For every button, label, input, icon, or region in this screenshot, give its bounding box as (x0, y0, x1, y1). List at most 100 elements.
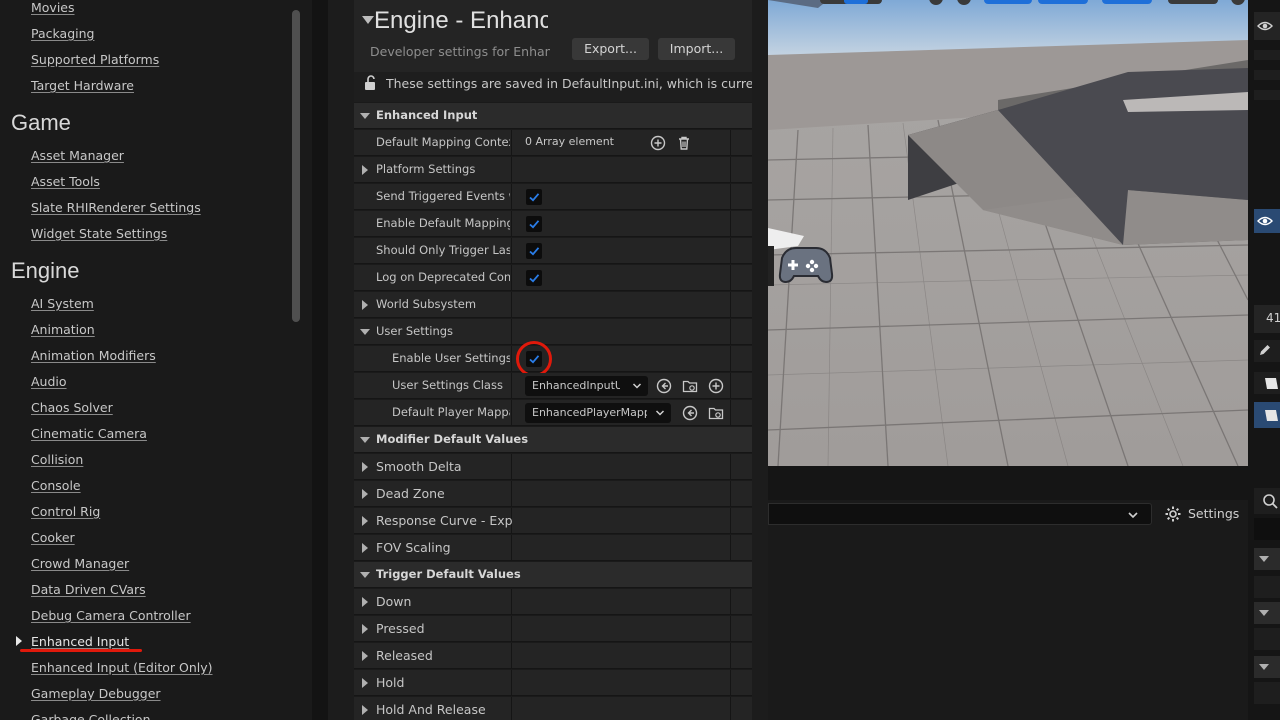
outliner-row[interactable] (1254, 90, 1280, 100)
nav-scrollbar[interactable] (292, 10, 300, 322)
unlock-icon (365, 75, 375, 90)
use-selected-icon[interactable] (682, 405, 698, 421)
row-platform-settings[interactable]: Platform Settings (354, 157, 752, 183)
row-released[interactable]: Released (354, 643, 752, 669)
details-category[interactable] (1254, 602, 1280, 624)
send-triggered-checkbox[interactable] (526, 189, 542, 205)
details-search[interactable] (1254, 518, 1280, 540)
panel-splitter[interactable] (752, 0, 768, 720)
details-row[interactable] (1254, 628, 1280, 650)
chevron-down-icon (1128, 512, 1138, 519)
category-enhanced-input[interactable]: Enhanced Input (354, 103, 752, 129)
visibility-toggle[interactable] (1254, 12, 1280, 40)
row-pressed[interactable]: Pressed (354, 616, 752, 642)
details-category[interactable] (1254, 656, 1280, 678)
details-row[interactable] (1254, 576, 1280, 598)
expand-arrow-icon (362, 705, 368, 715)
row-label: Default Mapping Contexts (376, 135, 510, 149)
category-modifier-default-values[interactable]: Modifier Default Values (354, 427, 752, 453)
browse-folder-icon[interactable] (682, 378, 698, 394)
expand-arrow-icon (362, 624, 368, 634)
row-label: Hold (376, 675, 405, 690)
mesh-icon (1265, 410, 1278, 421)
should-only-trigger-checkbox[interactable] (526, 243, 542, 259)
outliner-row[interactable] (1254, 50, 1280, 60)
expand-arrow-icon (362, 462, 368, 472)
expand-arrow-icon (1259, 664, 1269, 670)
collapse-arrow-icon[interactable] (362, 16, 374, 24)
nav-item-data-driven-cvars[interactable]: Data Driven CVars (31, 582, 146, 597)
row-label: Released (376, 648, 433, 663)
category-label: Trigger Default Values (376, 567, 521, 581)
nav-item-chaos-solver[interactable]: Chaos Solver (31, 400, 113, 415)
details-category[interactable] (1254, 548, 1280, 570)
add-new-icon[interactable] (708, 378, 724, 394)
use-selected-icon[interactable] (656, 378, 672, 394)
nav-item-audio[interactable]: Audio (31, 374, 67, 389)
browse-folder-icon[interactable] (708, 405, 724, 421)
level-viewport[interactable] (768, 0, 1248, 466)
nav-item-crowd-manager[interactable]: Crowd Manager (31, 556, 129, 571)
expand-arrow-icon (362, 597, 368, 607)
nav-item-collision[interactable]: Collision (31, 452, 83, 467)
add-element-icon[interactable] (650, 135, 666, 151)
row-user-settings[interactable]: User Settings (354, 319, 752, 345)
row-label: Down (376, 594, 412, 609)
visibility-toggle-selected[interactable] (1254, 209, 1280, 233)
row-fov-scaling[interactable]: FOV Scaling (354, 535, 752, 561)
chevron-down-icon (632, 383, 642, 389)
nav-item-debug-camera-controller[interactable]: Debug Camera Controller (31, 608, 191, 623)
nav-item-garbage-collection[interactable]: Garbage Collection (31, 712, 151, 720)
default-player-mappable-dropdown[interactable]: EnhancedPlayerMappableKeyProfile (525, 403, 671, 423)
nav-item-widget-state[interactable]: Widget State Settings (31, 226, 167, 241)
nav-item-cooker[interactable]: Cooker (31, 530, 75, 545)
nav-item-control-rig[interactable]: Control Rig (31, 504, 100, 519)
nav-item-asset-tools[interactable]: Asset Tools (31, 174, 100, 189)
expand-arrow-icon (362, 516, 368, 526)
enable-default-mapping-checkbox[interactable] (526, 216, 542, 232)
row-hold-and-release[interactable]: Hold And Release (354, 697, 752, 720)
row-label: World Subsystem (376, 297, 477, 311)
nav-item-enhanced-input[interactable]: Enhanced Input (31, 634, 129, 649)
viewport-scene (768, 0, 1248, 466)
expand-arrow-icon (362, 651, 368, 661)
nav-item-ai-system[interactable]: AI System (31, 296, 94, 311)
nav-item-asset-manager[interactable]: Asset Manager (31, 148, 124, 163)
nav-item-gameplay-debugger[interactable]: Gameplay Debugger (31, 686, 161, 701)
nav-item-slate-rhirenderer[interactable]: Slate RHIRenderer Settings (31, 200, 201, 215)
nav-item-packaging[interactable]: Packaging (31, 26, 94, 41)
edit-tool[interactable] (1254, 340, 1280, 362)
nav-item-animation-modifiers[interactable]: Animation Modifiers (31, 348, 156, 363)
import-button[interactable]: Import... (658, 38, 735, 60)
category-label: Enhanced Input (376, 108, 478, 122)
nav-item-cinematic-camera[interactable]: Cinematic Camera (31, 426, 147, 441)
row-smooth-delta[interactable]: Smooth Delta (354, 454, 752, 480)
nav-item-console[interactable]: Console (31, 478, 81, 493)
search-dropdown[interactable] (768, 503, 1152, 525)
settings-button[interactable]: Settings (1160, 503, 1246, 525)
export-button[interactable]: Export... (572, 38, 649, 60)
tool-item[interactable] (1254, 372, 1280, 394)
details-row[interactable] (1254, 682, 1280, 704)
category-trigger-default-values[interactable]: Trigger Default Values (354, 562, 752, 588)
user-settings-class-dropdown[interactable]: EnhancedInputUserSettings (525, 376, 648, 396)
row-dead-zone[interactable]: Dead Zone (354, 481, 752, 507)
log-deprecated-checkbox[interactable] (526, 270, 542, 286)
trash-icon[interactable] (676, 135, 692, 151)
row-label: Should Only Trigger Last... (376, 243, 510, 257)
row-down[interactable]: Down (354, 589, 752, 615)
row-world-subsystem[interactable]: World Subsystem (354, 292, 752, 318)
notice-text: These settings are saved in DefaultInput… (386, 76, 752, 91)
row-response-curve[interactable]: Response Curve - Exponential (354, 508, 752, 534)
eye-icon (1257, 216, 1273, 226)
nav-item-supported-platforms[interactable]: Supported Platforms (31, 52, 159, 67)
row-hold[interactable]: Hold (354, 670, 752, 696)
nav-item-animation[interactable]: Animation (31, 322, 95, 337)
nav-item-movies[interactable]: Movies (31, 0, 75, 15)
nav-item-target-hardware[interactable]: Target Hardware (31, 78, 134, 93)
search-button[interactable] (1254, 488, 1280, 514)
outliner-row[interactable] (1254, 70, 1280, 80)
row-user-settings-class: User Settings Class EnhancedInputUserSet… (354, 373, 752, 399)
nav-item-enhanced-input-editor[interactable]: Enhanced Input (Editor Only) (31, 660, 213, 675)
tool-item-selected[interactable] (1254, 402, 1280, 428)
